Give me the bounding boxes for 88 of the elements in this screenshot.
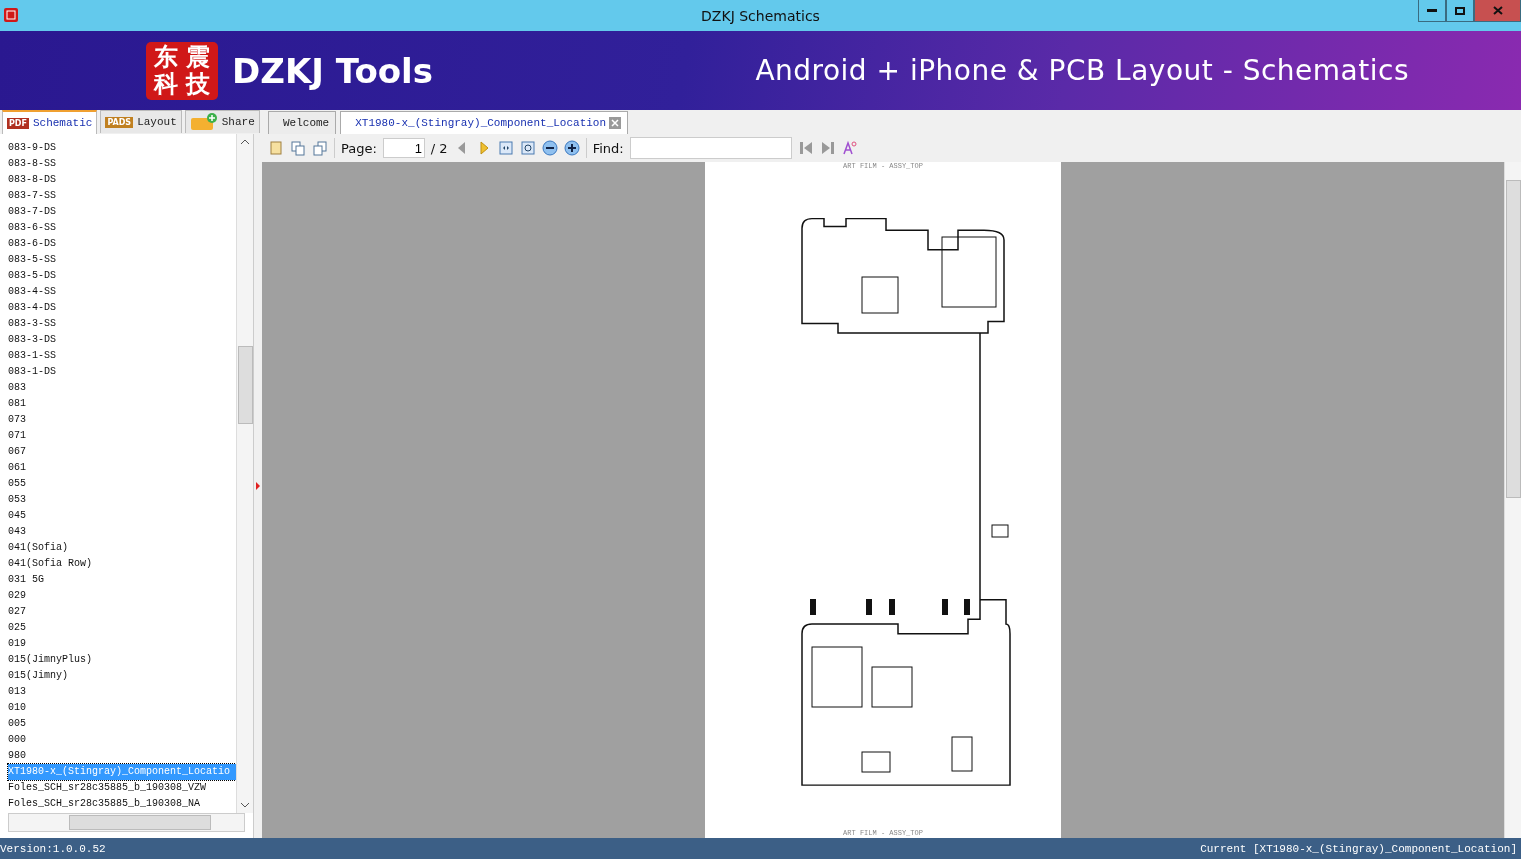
- maximize-button[interactable]: [1446, 0, 1474, 22]
- copy-icon[interactable]: [290, 140, 306, 156]
- folder-cloud-icon: [189, 113, 218, 131]
- file-list-item[interactable]: 015(JimnyPlus): [8, 652, 236, 668]
- file-list-item[interactable]: 025: [8, 620, 236, 636]
- file-list-item[interactable]: 010: [8, 700, 236, 716]
- file-list-item[interactable]: 083-1-SS: [8, 348, 236, 364]
- brand-name: DZKJ Tools: [232, 50, 433, 91]
- text-size-icon[interactable]: [841, 140, 858, 156]
- vertical-scrollbar[interactable]: [236, 134, 253, 813]
- collapse-arrow-icon[interactable]: [256, 482, 260, 490]
- file-list-item[interactable]: 083: [8, 380, 236, 396]
- minimize-button[interactable]: [1418, 0, 1446, 22]
- document-tab[interactable]: XT1980-x_(Stingray)_Component_Location: [340, 111, 629, 134]
- banner-tagline: Android + iPhone & PCB Layout - Schematics: [755, 54, 1409, 87]
- file-list-item[interactable]: 041(Sofia Row): [8, 556, 236, 572]
- file-list-item[interactable]: 083-4-DS: [8, 300, 236, 316]
- logo-character: 东: [154, 44, 178, 70]
- file-list-item[interactable]: 031 5G: [8, 572, 236, 588]
- window-title: DZKJ Schematics: [700, 7, 821, 24]
- file-list-item[interactable]: 000: [8, 732, 236, 748]
- close-button[interactable]: [1474, 0, 1521, 22]
- file-list-item[interactable]: 081: [8, 396, 236, 412]
- file-list-item[interactable]: 083-3-SS: [8, 316, 236, 332]
- file-list-item[interactable]: Foles_SCH_sr28c35885_b_190308_NA: [8, 796, 236, 812]
- file-list-item[interactable]: 061: [8, 460, 236, 476]
- app-logo-icon: [4, 8, 18, 22]
- file-list-item[interactable]: 067: [8, 444, 236, 460]
- document-tab[interactable]: Welcome: [268, 111, 337, 134]
- file-list-item[interactable]: 029: [8, 588, 236, 604]
- logo-character: 技: [186, 71, 210, 97]
- maximize-icon: [1455, 6, 1465, 15]
- logo-character: 科: [154, 71, 178, 97]
- file-list-item[interactable]: 980: [8, 748, 236, 764]
- file-list-item[interactable]: 083-9-DS: [8, 140, 236, 156]
- tab-badge: PADS: [105, 116, 134, 128]
- copy-icon[interactable]: [312, 140, 328, 156]
- horizontal-scrollbar[interactable]: [8, 813, 245, 832]
- file-list-item[interactable]: 055: [8, 476, 236, 492]
- file-list-item[interactable]: 083-8-SS: [8, 156, 236, 172]
- file-list-item[interactable]: 019: [8, 636, 236, 652]
- document-scrollbar[interactable]: [1504, 162, 1521, 838]
- find-label: Find:: [592, 140, 624, 156]
- file-list-item[interactable]: 027: [8, 604, 236, 620]
- file-list-item[interactable]: 043: [8, 524, 236, 540]
- minimize-icon: [1427, 9, 1437, 12]
- find-field[interactable]: [629, 137, 792, 159]
- file-list-item[interactable]: 083-5-DS: [8, 268, 236, 284]
- fit-page-icon[interactable]: [519, 140, 536, 156]
- file-list-item[interactable]: 083-3-DS: [8, 332, 236, 348]
- file-list-item[interactable]: 083-7-SS: [8, 188, 236, 204]
- file-list-item[interactable]: 073: [8, 412, 236, 428]
- current-file-text: Current [XT1980-x_(Stingray)_Component_Location]: [1200, 842, 1517, 855]
- previous-match-icon[interactable]: [797, 140, 814, 156]
- file-list-item[interactable]: 045: [8, 508, 236, 524]
- document-icon[interactable]: [268, 140, 284, 156]
- file-list-item[interactable]: 053: [8, 492, 236, 508]
- page-total: / 2: [430, 140, 448, 156]
- file-list-item[interactable]: 083-1-DS: [8, 364, 236, 380]
- tab-badge: PDF: [7, 117, 29, 129]
- file-list-item[interactable]: 015(Jimny): [8, 668, 236, 684]
- scroll-thumb[interactable]: [238, 346, 253, 424]
- panel-tab[interactable]: PADS Layout: [100, 110, 182, 133]
- close-icon[interactable]: [609, 117, 622, 129]
- file-list-item[interactable]: 005: [8, 716, 236, 732]
- file-list-item[interactable]: 083-6-SS: [8, 220, 236, 236]
- logo-character: 震: [186, 44, 210, 70]
- version-text: Version:1.0.0.52: [0, 842, 106, 855]
- file-list-item[interactable]: 083-6-DS: [8, 236, 236, 252]
- file-list-item[interactable]: 083-8-DS: [8, 172, 236, 188]
- file-list-item[interactable]: 071: [8, 428, 236, 444]
- file-list-item[interactable]: 083-7-DS: [8, 204, 236, 220]
- file-list-item[interactable]: 013: [8, 684, 236, 700]
- page-number-field[interactable]: 1: [382, 138, 425, 158]
- scroll-thumb[interactable]: [1506, 180, 1521, 498]
- panel-tab[interactable]: PDF Schematic: [2, 110, 98, 134]
- zoom-out-icon[interactable]: [541, 140, 558, 156]
- page-label: Page:: [341, 140, 377, 156]
- panel-tab[interactable]: Share: [184, 110, 260, 133]
- file-list-item[interactable]: 083-5-SS: [8, 252, 236, 268]
- file-list-item[interactable]: 083-4-SS: [8, 284, 236, 300]
- next-match-icon[interactable]: [819, 140, 836, 156]
- scroll-thumb[interactable]: [69, 815, 211, 830]
- zoom-in-icon[interactable]: [563, 140, 580, 156]
- fit-width-icon[interactable]: [497, 140, 514, 156]
- close-icon: [1492, 6, 1503, 15]
- file-list-item[interactable]: Foles_SCH_sr28c35885_b_190308_VZW: [8, 780, 236, 796]
- file-list-item[interactable]: 041(Sofia): [8, 540, 236, 556]
